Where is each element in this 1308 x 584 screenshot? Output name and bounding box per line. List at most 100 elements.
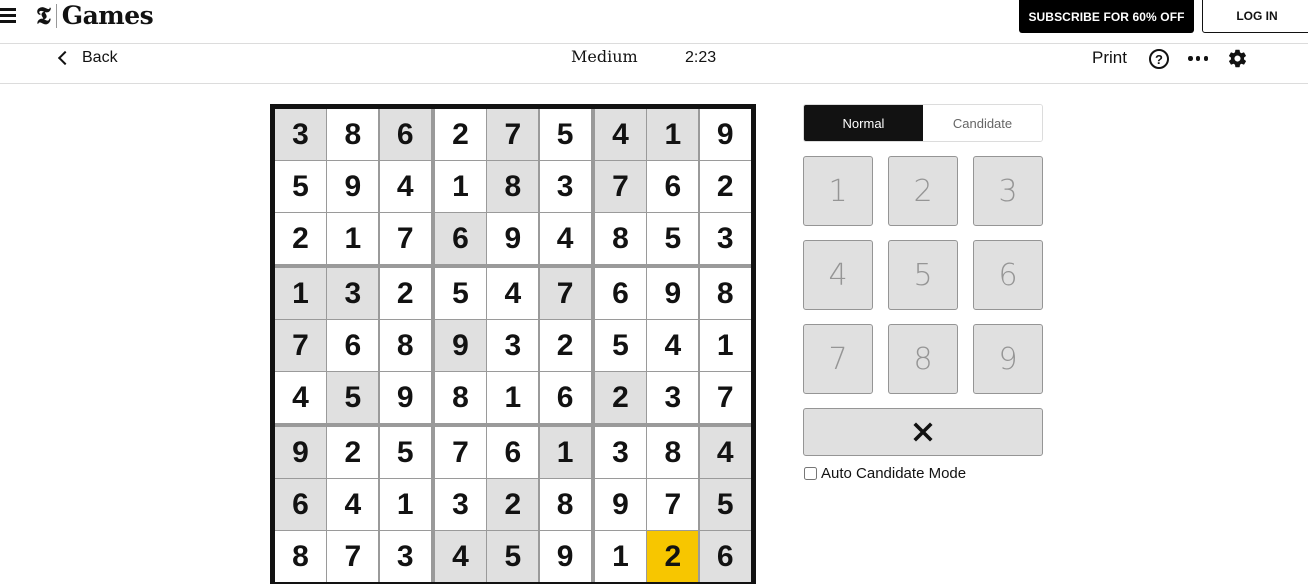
- timer[interactable]: 2:23: [685, 47, 716, 69]
- sudoku-cell[interactable]: 6: [699, 531, 751, 582]
- sudoku-cell[interactable]: 6: [594, 268, 646, 319]
- sudoku-cell[interactable]: 1: [539, 427, 594, 478]
- sudoku-cell[interactable]: 7: [275, 320, 326, 371]
- erase-button[interactable]: [803, 408, 1043, 456]
- sudoku-cell[interactable]: 4: [539, 213, 594, 267]
- sudoku-cell[interactable]: 3: [434, 479, 486, 530]
- sudoku-cell[interactable]: 7: [699, 372, 751, 426]
- sudoku-cell[interactable]: 2: [487, 479, 539, 530]
- sudoku-cell[interactable]: 8: [647, 427, 699, 478]
- number-key-4[interactable]: 4: [803, 240, 873, 310]
- sudoku-cell[interactable]: 4: [647, 320, 699, 371]
- sudoku-cell[interactable]: 6: [379, 109, 434, 160]
- sudoku-cell[interactable]: 5: [699, 479, 751, 530]
- sudoku-cell[interactable]: 6: [647, 161, 699, 212]
- sudoku-cell[interactable]: 9: [594, 479, 646, 530]
- sudoku-cell[interactable]: 2: [594, 372, 646, 426]
- number-key-5[interactable]: 5: [888, 240, 958, 310]
- sudoku-cell[interactable]: 4: [379, 161, 434, 212]
- number-key-3[interactable]: 3: [973, 156, 1043, 226]
- sudoku-cell[interactable]: 4: [699, 427, 751, 478]
- sudoku-cell[interactable]: 9: [647, 268, 699, 319]
- sudoku-cell[interactable]: 5: [594, 320, 646, 371]
- sudoku-cell[interactable]: 5: [434, 268, 486, 319]
- sudoku-cell[interactable]: 8: [699, 268, 751, 319]
- back-button[interactable]: Back: [56, 46, 118, 70]
- sudoku-cell[interactable]: 9: [434, 320, 486, 371]
- sudoku-cell[interactable]: 2: [379, 268, 434, 319]
- sudoku-cell[interactable]: 5: [275, 161, 326, 212]
- sudoku-cell[interactable]: 9: [699, 109, 751, 160]
- number-key-6[interactable]: 6: [973, 240, 1043, 310]
- sudoku-cell[interactable]: 4: [487, 268, 539, 319]
- auto-candidate-checkbox[interactable]: [804, 467, 817, 480]
- sudoku-cell[interactable]: 8: [539, 479, 594, 530]
- sudoku-cell[interactable]: 9: [539, 531, 594, 582]
- sudoku-cell[interactable]: 8: [434, 372, 486, 426]
- nyt-games-logo[interactable]: 𝕿 Games: [36, 0, 154, 32]
- sudoku-cell[interactable]: 2: [434, 109, 486, 160]
- subscribe-button[interactable]: SUBSCRIBE FOR 60% OFF: [1019, 0, 1194, 33]
- sudoku-cell[interactable]: 3: [647, 372, 699, 426]
- sudoku-cell[interactable]: 6: [539, 372, 594, 426]
- sudoku-cell[interactable]: 1: [487, 372, 539, 426]
- number-key-7[interactable]: 7: [803, 324, 873, 394]
- number-key-8[interactable]: 8: [888, 324, 958, 394]
- sudoku-cell[interactable]: 4: [327, 479, 379, 530]
- number-key-1[interactable]: 1: [803, 156, 873, 226]
- sudoku-cell[interactable]: 3: [487, 320, 539, 371]
- sudoku-cell[interactable]: 1: [594, 531, 646, 582]
- sudoku-cell[interactable]: 6: [327, 320, 379, 371]
- sudoku-cell[interactable]: 6: [434, 213, 486, 267]
- gear-icon[interactable]: [1227, 48, 1248, 69]
- sudoku-cell[interactable]: 6: [487, 427, 539, 478]
- sudoku-cell[interactable]: 6: [275, 479, 326, 530]
- sudoku-cell[interactable]: 2: [275, 213, 326, 267]
- sudoku-cell[interactable]: 9: [487, 213, 539, 267]
- sudoku-cell[interactable]: 8: [327, 109, 379, 160]
- sudoku-cell[interactable]: 3: [327, 268, 379, 319]
- sudoku-cell[interactable]: 7: [647, 479, 699, 530]
- hamburger-menu-icon[interactable]: [0, 6, 18, 26]
- log-in-button[interactable]: LOG IN: [1202, 0, 1308, 33]
- sudoku-cell[interactable]: 1: [327, 213, 379, 267]
- sudoku-cell[interactable]: 4: [275, 372, 326, 426]
- sudoku-cell[interactable]: 7: [539, 268, 594, 319]
- normal-mode-button[interactable]: Normal: [804, 105, 923, 141]
- sudoku-cell[interactable]: 9: [379, 372, 434, 426]
- number-key-9[interactable]: 9: [973, 324, 1043, 394]
- sudoku-cell[interactable]: 1: [379, 479, 434, 530]
- sudoku-cell[interactable]: 7: [327, 531, 379, 582]
- sudoku-cell[interactable]: 8: [275, 531, 326, 582]
- sudoku-cell[interactable]: 3: [275, 109, 326, 160]
- sudoku-cell[interactable]: 5: [647, 213, 699, 267]
- sudoku-cell[interactable]: 3: [539, 161, 594, 212]
- sudoku-cell[interactable]: 5: [327, 372, 379, 426]
- sudoku-cell[interactable]: 1: [275, 268, 326, 319]
- sudoku-cell[interactable]: 1: [647, 109, 699, 160]
- sudoku-cell[interactable]: 1: [699, 320, 751, 371]
- auto-candidate-mode[interactable]: Auto Candidate Mode: [803, 465, 966, 482]
- sudoku-cell[interactable]: 2: [327, 427, 379, 478]
- sudoku-cell[interactable]: 5: [539, 109, 594, 160]
- sudoku-cell[interactable]: 2: [699, 161, 751, 212]
- sudoku-cell[interactable]: 1: [434, 161, 486, 212]
- sudoku-cell[interactable]: 7: [594, 161, 646, 212]
- sudoku-cell[interactable]: 3: [379, 531, 434, 582]
- print-button[interactable]: Print: [1092, 47, 1127, 69]
- sudoku-cell[interactable]: 8: [594, 213, 646, 267]
- sudoku-cell[interactable]: 8: [379, 320, 434, 371]
- sudoku-cell[interactable]: 4: [434, 531, 486, 582]
- help-icon[interactable]: ?: [1149, 49, 1169, 69]
- sudoku-cell[interactable]: 3: [594, 427, 646, 478]
- sudoku-cell[interactable]: 8: [487, 161, 539, 212]
- sudoku-cell[interactable]: 3: [699, 213, 751, 267]
- sudoku-cell[interactable]: 5: [487, 531, 539, 582]
- sudoku-cell[interactable]: 2: [539, 320, 594, 371]
- number-key-2[interactable]: 2: [888, 156, 958, 226]
- sudoku-cell[interactable]: 7: [379, 213, 434, 267]
- candidate-mode-button[interactable]: Candidate: [923, 105, 1042, 141]
- sudoku-cell[interactable]: 9: [275, 427, 326, 478]
- sudoku-cell[interactable]: 9: [327, 161, 379, 212]
- more-options-icon[interactable]: [1188, 56, 1208, 62]
